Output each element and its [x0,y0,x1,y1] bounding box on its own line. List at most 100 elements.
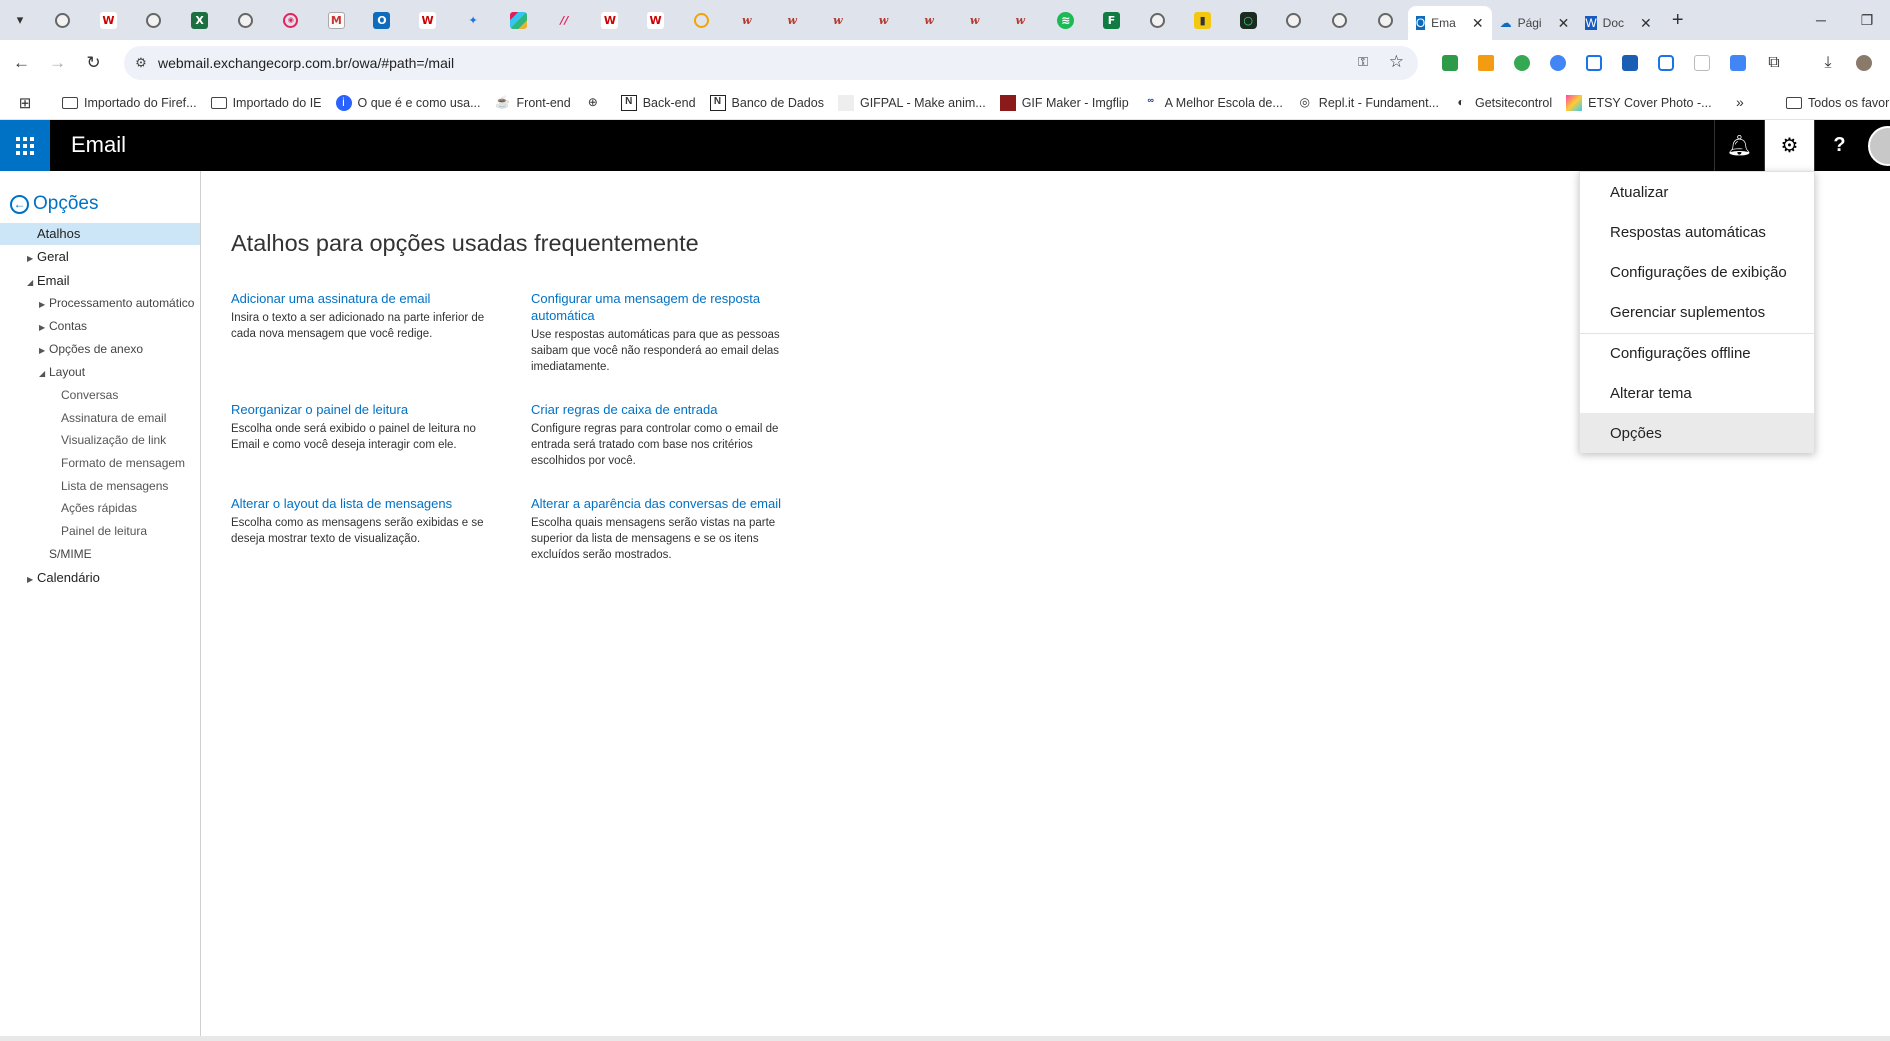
nav-item-processamento[interactable]: ▶ Processamento automático [39,296,194,310]
tab-favicon-13[interactable]: W [587,0,633,40]
nav-item-assinatura[interactable]: Assinatura de email [61,411,166,425]
bookmark-item[interactable]: GIFPAL - Make anim... [837,94,986,111]
tab-favicon-26[interactable]: ▮ [1180,0,1226,40]
copy-extension-icon[interactable] [1684,48,1720,78]
tab-favicon-24[interactable]: F [1089,0,1135,40]
site-info-icon[interactable]: ⚙ [124,55,158,71]
nav-item-email[interactable]: ◢ Email [27,273,70,288]
menu-item-opcoes[interactable]: Opções [1580,413,1814,453]
close-tab-icon[interactable]: ✕ [1640,15,1652,32]
tab-word-doc[interactable]: W Doc ✕ [1577,6,1659,40]
tab-favicon-28[interactable] [1271,0,1317,40]
menu-item-configuracoes-exibicao[interactable]: Configurações de exibição [1580,252,1814,292]
bookmark-item[interactable]: ETSY Cover Photo -... [1566,94,1712,111]
tab-favicon-23[interactable]: ≋ [1043,0,1089,40]
nav-item-opcoes-anexo[interactable]: ▶ Opções de anexo [39,342,143,356]
nav-item-painel-leitura[interactable]: Painel de leitura [61,524,147,538]
tab-favicon-19[interactable]: w [861,0,907,40]
nav-item-calendario[interactable]: ▶ Calendário [27,570,100,585]
tab-favicon-20[interactable]: w [906,0,952,40]
tab-search-icon[interactable]: ▾ [0,0,40,40]
nav-item-lista-mensagens[interactable]: Lista de mensagens [61,479,168,493]
tab-favicon-25[interactable] [1134,0,1180,40]
all-bookmarks-folder[interactable]: Todos os favori [1786,86,1890,120]
tab-onedrive[interactable]: ☁ Pági ✕ [1492,6,1578,40]
tab-favicon-1[interactable] [40,0,86,40]
address-bar[interactable]: ⚙ webmail.exchangecorp.com.br/owa/#path=… [124,46,1418,80]
flag-extension-icon[interactable] [1432,48,1468,78]
close-tab-icon[interactable]: ✕ [1558,15,1570,32]
translate-extension-icon[interactable] [1612,48,1648,78]
gear-icon[interactable]: ⚙ [1764,120,1814,171]
close-tab-icon[interactable]: ✕ [1472,15,1484,32]
tab-favicon-9[interactable]: W [405,0,451,40]
bookmark-item[interactable]: ∞ A Melhor Escola de... [1143,95,1282,111]
nav-item-atalhos[interactable]: Atalhos [0,223,200,245]
menu-item-alterar-tema[interactable]: Alterar tema [1580,373,1814,413]
bookmark-item[interactable]: ☕ Front-end [495,95,571,111]
nav-item-contas[interactable]: ▶ Contas [39,319,87,333]
shortcut-link[interactable]: Criar regras de caixa de entrada [531,401,801,418]
reload-icon[interactable]: ↻ [79,48,108,78]
bookmark-item[interactable]: GIF Maker - Imgflip [999,94,1129,111]
tab-favicon-3[interactable] [131,0,177,40]
minimize-icon[interactable]: ─ [1798,0,1844,40]
tab-favicon-4[interactable]: X [177,0,223,40]
shortcut-link[interactable]: Adicionar uma assinatura de email [231,290,506,307]
tab-favicon-8[interactable]: O [359,0,405,40]
bookmark-item[interactable]: Importado do IE [210,96,322,110]
nav-item-conversas[interactable]: Conversas [61,388,118,402]
shortcut-link[interactable]: Configurar uma mensagem de resposta auto… [531,290,801,324]
menu-item-atualizar[interactable]: Atualizar [1580,172,1814,212]
tab-favicon-30[interactable] [1362,0,1408,40]
app-launcher-icon[interactable] [0,120,50,171]
key-icon[interactable]: ⚿ [1358,54,1368,70]
screen-extension-icon[interactable] [1648,48,1684,78]
bookmark-item[interactable]: ⊕ [585,95,607,111]
shortcut-link[interactable]: Alterar o layout da lista de mensagens [231,495,506,512]
forward-arrow-icon[interactable]: → [43,48,72,78]
tab-favicon-11[interactable] [496,0,542,40]
nav-item-geral[interactable]: ▶ Geral [27,249,69,264]
bookmark-item[interactable]: ◐ Getsitecontrol [1453,95,1552,111]
bookmark-item[interactable]: i O que é e como usa... [335,94,481,111]
profile-icon[interactable] [1846,48,1882,78]
help-icon[interactable]: ? [1814,120,1864,171]
maximize-icon[interactable]: ❐ [1844,0,1890,40]
tab-favicon-12[interactable]: // [542,0,588,40]
menu-item-gerenciar-suplementos[interactable]: Gerenciar suplementos [1580,292,1814,332]
tab-email[interactable]: O Ema ✕ [1407,6,1492,40]
bookmark-item[interactable]: N Banco de Dados [709,94,824,111]
puzzle-icon[interactable]: ⧉ [1756,48,1792,78]
avatar[interactable] [1868,126,1890,166]
tab-favicon-17[interactable]: w [770,0,816,40]
shortcut-link[interactable]: Alterar a aparência das conversas de ema… [531,495,801,512]
window-extension-icon[interactable] [1576,48,1612,78]
tab-favicon-18[interactable]: w [815,0,861,40]
apps-grid-icon[interactable]: ⊞ [0,94,50,112]
tab-favicon-2[interactable]: W [86,0,132,40]
nav-item-formato-mensagem[interactable]: Formato de mensagem [61,456,185,470]
nav-item-smime[interactable]: S/MIME [49,547,92,561]
bell-icon[interactable]: 🔔︎ [1714,120,1764,171]
color-extension-icon[interactable] [1540,48,1576,78]
nav-item-layout[interactable]: ◢ Layout [39,365,85,379]
tab-favicon-7[interactable]: M [314,0,360,40]
green-extension-icon[interactable] [1504,48,1540,78]
tab-favicon-21[interactable]: w [952,0,998,40]
bookmark-item[interactable]: ◎ Repl.it - Fundament... [1297,95,1439,111]
nav-item-acoes-rapidas[interactable]: Ações rápidas [61,501,137,515]
bookmark-item[interactable]: Importado do Firef... [62,96,197,110]
tab-favicon-15[interactable] [678,0,724,40]
shortcut-link[interactable]: Reorganizar o painel de leitura [231,401,506,418]
tab-favicon-14[interactable]: W [633,0,679,40]
menu-item-respostas-automaticas[interactable]: Respostas automáticas [1580,212,1814,252]
bookmark-item[interactable]: N Back-end [620,94,696,111]
new-tab-button[interactable]: + [1660,0,1696,40]
menu-item-configuracoes-offline[interactable]: Configurações offline [1580,333,1814,373]
back-to-options-button[interactable]: ← Opções [10,193,98,215]
nav-item-visualizacao-link[interactable]: Visualização de link [61,433,166,447]
tab-favicon-29[interactable] [1317,0,1363,40]
download-icon[interactable]: ⤓ [1810,48,1846,78]
tab-favicon-22[interactable]: w [997,0,1043,40]
